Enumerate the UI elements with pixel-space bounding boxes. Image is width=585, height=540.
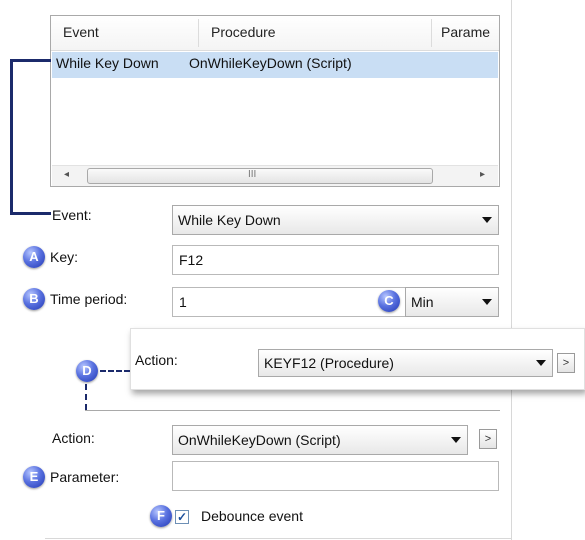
callout-badge-c: C	[378, 290, 400, 312]
events-grid[interactable]: Event Procedure Parame While Key Down On…	[50, 15, 500, 187]
time-period-label: Time period:	[50, 291, 128, 307]
grid-header: Event Procedure Parame	[51, 16, 499, 51]
action-popout-panel: Action: KEYF12 (Procedure) >	[130, 328, 585, 390]
action-more-button[interactable]: >	[479, 429, 497, 449]
key-label: Key:	[50, 249, 79, 265]
callout-badge-a: A	[23, 246, 45, 268]
callout-badge-d: D	[76, 360, 98, 382]
key-field-value: F12	[179, 252, 204, 268]
action-label: Action:	[52, 430, 95, 446]
cell-event: While Key Down	[56, 55, 159, 71]
time-unit-dropdown[interactable]: Min	[405, 287, 499, 317]
action-dropdown-value: OnWhileKeyDown (Script)	[178, 432, 341, 448]
callout-badge-f: F	[150, 505, 172, 527]
dashed-leader	[100, 370, 130, 372]
panel-bottom-border	[45, 538, 511, 539]
section-divider	[85, 410, 500, 411]
checkmark-icon: ✓	[176, 510, 188, 524]
action-dropdown[interactable]: OnWhileKeyDown (Script)	[172, 425, 468, 455]
debounce-label: Debounce event	[201, 508, 303, 524]
popout-action-more-button[interactable]: >	[557, 353, 575, 373]
time-period-field[interactable]: 1	[172, 287, 407, 317]
parameter-field[interactable]	[172, 461, 499, 491]
cell-procedure: OnWhileKeyDown (Script)	[189, 55, 352, 71]
popout-action-dropdown[interactable]: KEYF12 (Procedure)	[258, 349, 553, 377]
scroll-left-icon[interactable]: ◂	[64, 169, 69, 180]
connector-bracket	[10, 59, 51, 215]
chevron-down-icon[interactable]	[482, 217, 492, 223]
debounce-checkbox[interactable]: ✓	[175, 510, 189, 524]
chevron-down-icon[interactable]	[482, 299, 492, 305]
event-dropdown-value: While Key Down	[178, 212, 281, 228]
column-header-procedure[interactable]: Procedure	[211, 24, 276, 40]
event-label: Event:	[52, 207, 92, 223]
scroll-grip-icon: III	[248, 169, 257, 180]
chevron-down-icon[interactable]	[536, 360, 546, 366]
table-row[interactable]: While Key Down OnWhileKeyDown (Script)	[52, 52, 498, 78]
time-period-value: 1	[179, 294, 187, 310]
key-field[interactable]: F12	[172, 245, 499, 275]
event-dropdown[interactable]: While Key Down	[172, 205, 499, 235]
popout-action-label: Action:	[135, 352, 178, 368]
parameter-label: Parameter:	[50, 469, 120, 485]
column-header-event[interactable]: Event	[63, 24, 99, 40]
column-separator[interactable]	[431, 19, 432, 47]
column-separator[interactable]	[198, 19, 199, 47]
callout-badge-b: B	[23, 288, 45, 310]
scroll-thumb[interactable]: III	[87, 168, 433, 184]
popout-action-value: KEYF12 (Procedure)	[264, 355, 394, 371]
column-header-parameter[interactable]: Parame	[441, 24, 490, 40]
horizontal-scrollbar[interactable]: ◂ III ▸	[52, 165, 498, 186]
time-unit-value: Min	[411, 294, 434, 310]
dashed-leader	[85, 384, 87, 410]
callout-badge-e: E	[23, 466, 45, 488]
scroll-right-icon[interactable]: ▸	[480, 169, 485, 180]
chevron-down-icon[interactable]	[451, 437, 461, 443]
